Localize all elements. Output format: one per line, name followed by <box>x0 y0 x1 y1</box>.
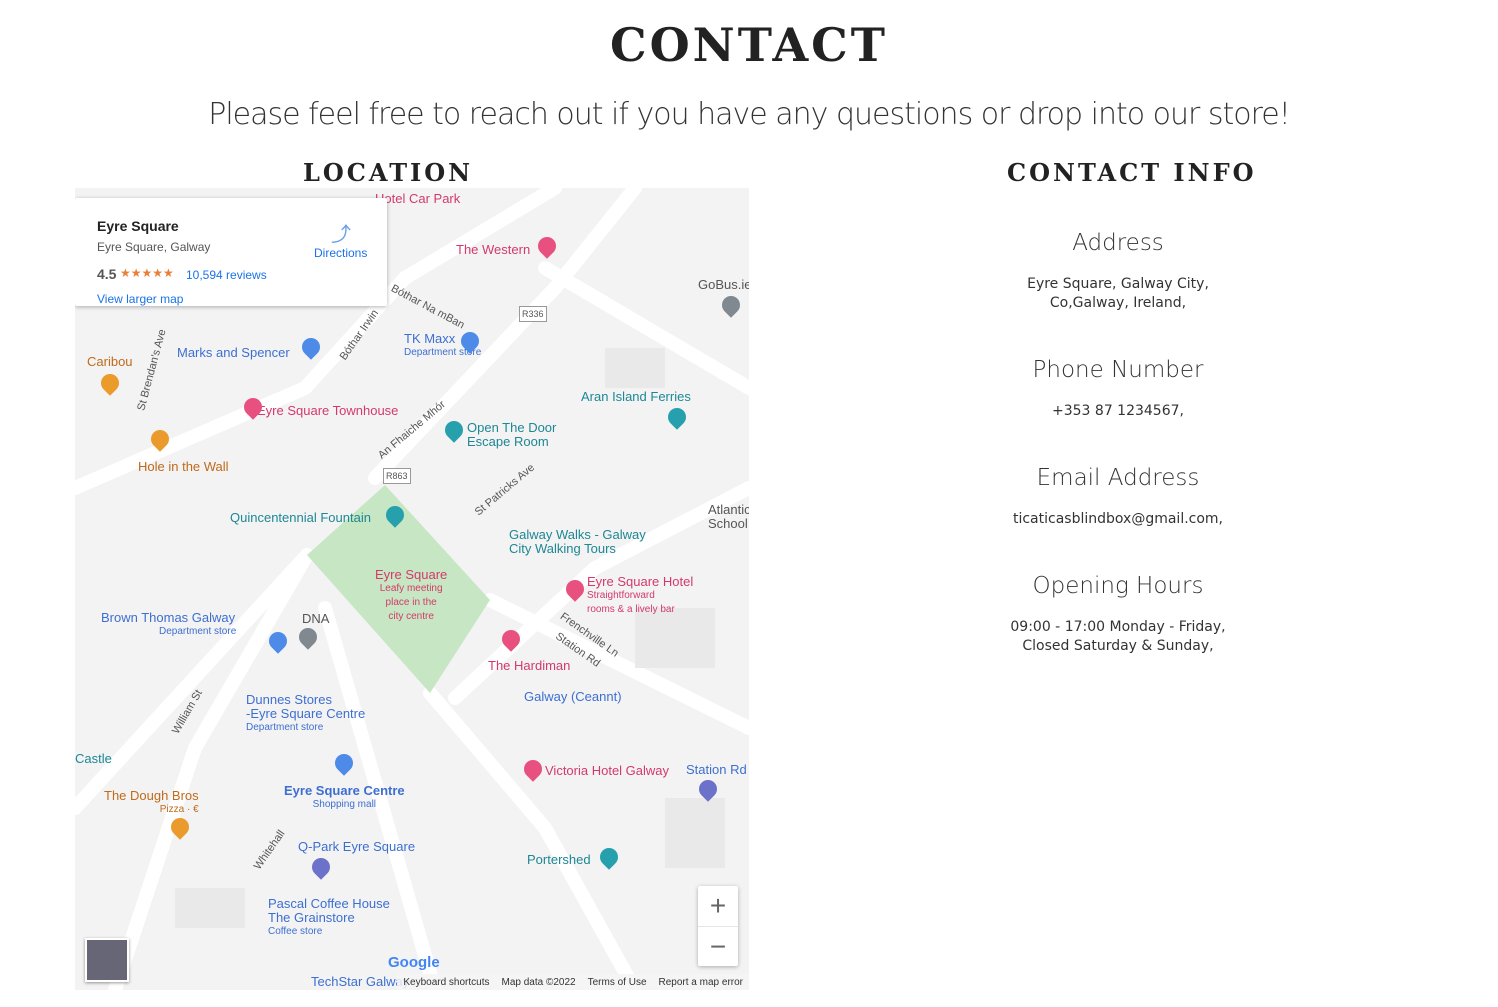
satellite-toggle[interactable] <box>85 938 129 982</box>
address-line: Co,Galway, Ireland, <box>1049 295 1187 311</box>
map-label[interactable]: Victoria Hotel Galway <box>545 764 669 778</box>
star-rating-icon: ★★★★★ <box>120 266 174 280</box>
map-label[interactable]: Hole in the Wall <box>138 460 229 474</box>
report-error-link[interactable]: Report a map error <box>659 977 743 988</box>
place-info-card: Eyre Square Eyre Square, Galway 4.5 ★★★★… <box>75 198 387 306</box>
map-label[interactable]: Eyre Square Leafy meeting place in the city… <box>375 568 447 624</box>
keyboard-shortcuts-link[interactable]: Keyboard shortcuts <box>403 977 489 988</box>
map-label[interactable]: GoBus.ie <box>698 278 749 292</box>
map-label[interactable]: Eyre Square Hotel Straightforward rooms & … <box>587 575 693 617</box>
reviews-link[interactable]: 10,594 reviews <box>186 268 267 282</box>
map-label[interactable]: Q-Park Eyre Square <box>298 840 415 854</box>
map-label[interactable]: Galway (Ceannt) <box>524 690 622 704</box>
place-rating: 4.5 <box>97 266 117 282</box>
page-subtitle: Please feel free to reach out if you hav… <box>208 97 1291 132</box>
map-label[interactable]: Aran Island Ferries <box>581 390 691 404</box>
location-heading: LOCATION <box>303 158 474 187</box>
email-label: Email Address <box>1036 465 1200 491</box>
map-label[interactable]: Castle <box>75 752 112 766</box>
map-label[interactable]: Brown Thomas Galway Department store <box>101 611 236 639</box>
hours-section: Opening Hours 09:00 - 17:00 Monday - Fri… <box>918 573 1318 656</box>
map-label[interactable]: Station Rd <box>686 763 747 777</box>
page-title: CONTACT <box>610 18 888 72</box>
map-label[interactable]: DNA <box>302 612 329 626</box>
map-label[interactable]: Quincentennial Fountain <box>230 511 371 525</box>
hours-line: 09:00 - 17:00 Monday - Friday, <box>1010 619 1226 635</box>
road-shield: R336 <box>519 306 547 322</box>
zoom-out-button[interactable]: − <box>698 927 738 967</box>
map-label[interactable]: The Dough Bros Pizza · € <box>104 789 199 817</box>
road-shield: R863 <box>383 468 411 484</box>
google-logo: Google <box>388 954 440 971</box>
map-label[interactable]: Dunnes Stores -Eyre Square Centre Departme… <box>246 693 365 735</box>
terms-link[interactable]: Terms of Use <box>588 977 647 988</box>
map-label[interactable]: Eyre Square Centre Shopping mall <box>284 784 405 812</box>
map-label[interactable]: TechStar Galway <box>311 975 409 989</box>
map-label[interactable]: Open The Door Escape Room <box>467 421 556 449</box>
address-label: Address <box>1072 230 1164 256</box>
map-label[interactable]: Eyre Square Townhouse <box>257 404 398 418</box>
view-larger-map-link[interactable]: View larger map <box>97 292 183 306</box>
map-label[interactable]: The Hardiman <box>488 659 570 673</box>
directions-icon[interactable]: ⤴ <box>331 218 351 247</box>
google-map[interactable]: Marks and Spencer TK Maxx Department stor… <box>75 188 749 990</box>
email-value[interactable]: ticaticasblindbox@gmail.com, <box>918 510 1318 529</box>
map-label[interactable]: Galway Walks - Galway City Walking Tours <box>509 528 646 556</box>
phone-section: Phone Number +353 87 1234567, <box>918 357 1318 421</box>
map-label[interactable]: Hotel Car Park <box>375 192 460 206</box>
directions-link[interactable]: Directions <box>314 246 367 260</box>
place-address: Eyre Square, Galway <box>97 240 211 254</box>
map-label[interactable]: Marks and Spencer <box>177 346 290 360</box>
phone-label: Phone Number <box>1032 357 1204 383</box>
zoom-in-button[interactable]: + <box>698 886 738 927</box>
contact-info-heading: CONTACT INFO <box>1007 158 1257 187</box>
zoom-controls: + − <box>698 886 738 966</box>
address-section: Address Eyre Square, Galway City, Co,Galw… <box>918 230 1318 313</box>
map-label[interactable]: Atlantic School <box>708 503 749 531</box>
address-line: Eyre Square, Galway City, <box>1027 276 1209 292</box>
map-attribution: Keyboard shortcuts Map data ©2022 Terms … <box>397 974 749 990</box>
map-label[interactable]: The Western <box>456 243 530 257</box>
hours-line: Closed Saturday & Sunday, <box>1022 638 1214 654</box>
map-label[interactable]: Caribou <box>87 355 133 369</box>
hours-label: Opening Hours <box>1032 573 1204 599</box>
place-name: Eyre Square <box>97 218 179 234</box>
map-label[interactable]: Portershed <box>527 853 591 867</box>
email-section: Email Address ticaticasblindbox@gmail.co… <box>918 465 1318 529</box>
phone-value[interactable]: +353 87 1234567, <box>918 402 1318 421</box>
map-label[interactable]: Pascal Coffee House The Grainstore Coffee … <box>268 897 390 939</box>
map-data-text: Map data ©2022 <box>501 976 576 988</box>
